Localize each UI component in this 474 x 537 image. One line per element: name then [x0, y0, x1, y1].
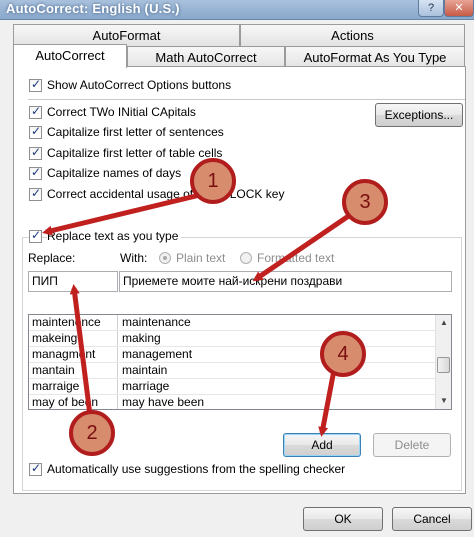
- capitalize-table-cells-label: Capitalize first letter of table cells: [47, 146, 223, 160]
- scroll-thumb[interactable]: [437, 357, 450, 373]
- step-badge-2: 2: [69, 410, 115, 456]
- tab-autoformat[interactable]: AutoFormat: [13, 24, 240, 46]
- with-input[interactable]: Приемете моите най-искрени поздрави: [119, 271, 452, 292]
- tab-math-autocorrect[interactable]: Math AutoCorrect: [127, 46, 285, 68]
- autocorrect-entries-list[interactable]: maintenence maintenance makeing making m…: [28, 314, 452, 410]
- plain-text-radio[interactable]: [159, 252, 171, 264]
- replace-text-label: Replace text as you type: [47, 229, 182, 243]
- scroll-down-icon[interactable]: ▼: [436, 393, 451, 409]
- correct-caps-lock-label: Correct accidental usage of cAPS LOCK ke…: [47, 187, 285, 201]
- entry-with: may have been: [119, 395, 435, 409]
- auto-suggestions-checkbox[interactable]: [29, 461, 42, 476]
- window-title: AutoCorrect: English (U.S.): [6, 1, 180, 16]
- help-button[interactable]: ?: [418, 0, 444, 17]
- entry-replace: marraige: [29, 379, 118, 395]
- ok-button[interactable]: OK: [303, 507, 383, 531]
- entry-with: management: [119, 347, 435, 363]
- delete-button[interactable]: Delete: [373, 433, 451, 457]
- show-options-label: Show AutoCorrect Options buttons: [47, 78, 232, 92]
- capitalize-table-cells-checkbox[interactable]: [29, 145, 42, 160]
- show-options-checkbox[interactable]: [29, 77, 42, 92]
- entry-with: maintenance: [119, 315, 435, 331]
- divider: [28, 99, 465, 100]
- correct-two-initial-label: Correct TWo INitial CApitals: [47, 105, 196, 119]
- scroll-up-icon[interactable]: ▲: [436, 315, 451, 331]
- list-item[interactable]: mantain maintain: [29, 363, 435, 379]
- entry-with: maintain: [119, 363, 435, 379]
- step-badge-3: 3: [342, 179, 388, 225]
- auto-suggestions-label: Automatically use suggestions from the s…: [47, 462, 346, 476]
- entry-replace: managment: [29, 347, 118, 363]
- list-item[interactable]: may of been may have been: [29, 395, 435, 409]
- list-item[interactable]: managment management: [29, 347, 435, 363]
- step-badge-4: 4: [320, 331, 366, 377]
- replace-input[interactable]: ПИП: [28, 271, 118, 292]
- step-badge-1: 1: [190, 158, 236, 204]
- capitalize-sentences-label: Capitalize first letter of sentences: [47, 125, 224, 139]
- exceptions-button[interactable]: Exceptions...: [375, 103, 463, 127]
- entry-with: marriage: [119, 379, 435, 395]
- capitalize-days-label: Capitalize names of days: [47, 166, 182, 180]
- entry-with: making: [119, 331, 435, 347]
- list-item[interactable]: maintenence maintenance: [29, 315, 435, 331]
- with-label: With:: [120, 251, 148, 265]
- entry-replace: makeing: [29, 331, 118, 347]
- tab-autoformat-as-you-type[interactable]: AutoFormat As You Type: [285, 46, 465, 68]
- entry-replace: may of been: [29, 395, 118, 409]
- formatted-text-label: Formatted text: [257, 251, 335, 265]
- list-item[interactable]: makeing making: [29, 331, 435, 347]
- replace-label: Replace:: [28, 251, 76, 265]
- replace-text-checkbox[interactable]: [29, 228, 42, 243]
- close-button[interactable]: ✕: [444, 0, 474, 17]
- capitalize-days-checkbox[interactable]: [29, 165, 42, 180]
- list-item[interactable]: marraige marriage: [29, 379, 435, 395]
- title-bar: AutoCorrect: English (U.S.) ? ✕: [0, 0, 474, 20]
- plain-text-label: Plain text: [176, 251, 226, 265]
- tab-autocorrect[interactable]: AutoCorrect: [13, 44, 127, 68]
- entry-replace: maintenence: [29, 315, 118, 331]
- correct-two-initial-checkbox[interactable]: [29, 104, 42, 119]
- list-scrollbar[interactable]: ▲ ▼: [435, 315, 451, 409]
- add-button[interactable]: Add: [283, 433, 361, 457]
- cancel-button[interactable]: Cancel: [392, 507, 472, 531]
- formatted-text-radio[interactable]: [240, 252, 252, 264]
- capitalize-sentences-checkbox[interactable]: [29, 124, 42, 139]
- tab-actions[interactable]: Actions: [240, 24, 465, 46]
- entry-replace: mantain: [29, 363, 118, 379]
- correct-caps-lock-checkbox[interactable]: [29, 186, 42, 201]
